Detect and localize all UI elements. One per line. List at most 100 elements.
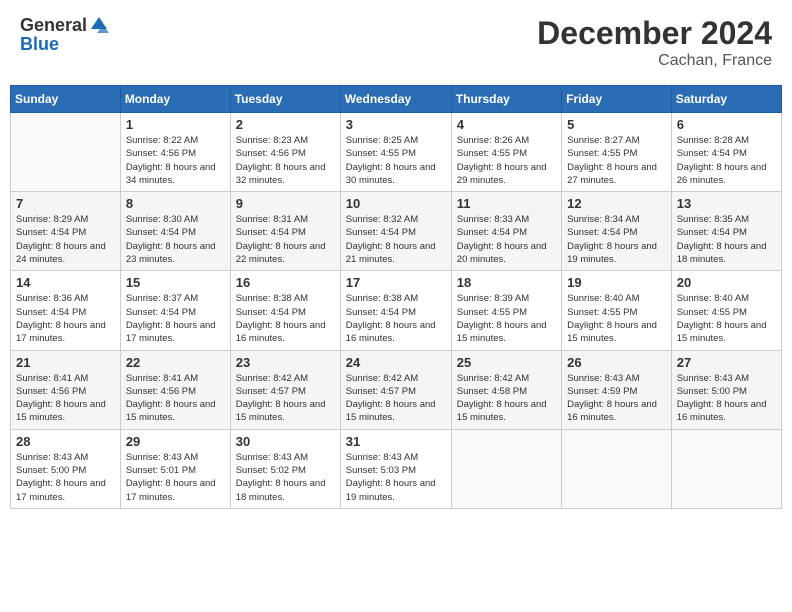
- day-info: Sunrise: 8:43 AMSunset: 5:02 PMDaylight:…: [236, 451, 335, 504]
- day-number: 15: [126, 275, 225, 290]
- day-info: Sunrise: 8:43 AMSunset: 4:59 PMDaylight:…: [567, 372, 666, 425]
- day-number: 28: [16, 434, 115, 449]
- day-number: 4: [457, 117, 556, 132]
- day-info: Sunrise: 8:27 AMSunset: 4:55 PMDaylight:…: [567, 134, 666, 187]
- day-number: 19: [567, 275, 666, 290]
- day-info: Sunrise: 8:23 AMSunset: 4:56 PMDaylight:…: [236, 134, 335, 187]
- table-row: 10 Sunrise: 8:32 AMSunset: 4:54 PMDayligh…: [340, 192, 451, 271]
- table-row: 5 Sunrise: 8:27 AMSunset: 4:55 PMDaylight…: [562, 113, 672, 192]
- table-row: 27Sunrise: 8:43 AMSunset: 5:00 PMDayligh…: [671, 350, 781, 429]
- day-info: Sunrise: 8:43 AMSunset: 5:00 PMDaylight:…: [16, 451, 115, 504]
- table-row: 13Sunrise: 8:35 AMSunset: 4:54 PMDayligh…: [671, 192, 781, 271]
- day-info: Sunrise: 8:42 AMSunset: 4:57 PMDaylight:…: [236, 372, 335, 425]
- day-number: 11: [457, 196, 556, 211]
- day-number: 27: [677, 355, 776, 370]
- calendar-week-row: 7Sunrise: 8:29 AMSunset: 4:54 PMDaylight…: [11, 192, 782, 271]
- calendar-header-row: Sunday Monday Tuesday Wednesday Thursday…: [11, 86, 782, 113]
- logo-general: General: [20, 16, 87, 34]
- col-wednesday: Wednesday: [340, 86, 451, 113]
- day-number: 22: [126, 355, 225, 370]
- table-row: 26 Sunrise: 8:43 AMSunset: 4:59 PMDayligh…: [562, 350, 672, 429]
- col-tuesday: Tuesday: [230, 86, 340, 113]
- table-row: 9 Sunrise: 8:31 AMSunset: 4:54 PMDaylight…: [230, 192, 340, 271]
- day-number: 1: [126, 117, 225, 132]
- table-row: 19 Sunrise: 8:40 AMSunset: 4:55 PMDayligh…: [562, 271, 672, 350]
- month-title: December 2024: [537, 15, 772, 52]
- day-number: 3: [346, 117, 446, 132]
- day-number: 2: [236, 117, 335, 132]
- table-row: 8 Sunrise: 8:30 AMSunset: 4:54 PMDaylight…: [120, 192, 230, 271]
- table-row: [562, 429, 672, 508]
- table-row: 24 Sunrise: 8:42 AMSunset: 4:57 PMDayligh…: [340, 350, 451, 429]
- table-row: 15 Sunrise: 8:37 AMSunset: 4:54 PMDayligh…: [120, 271, 230, 350]
- location: Cachan, France: [537, 52, 772, 70]
- day-number: 13: [677, 196, 776, 211]
- day-info: Sunrise: 8:40 AMSunset: 4:55 PMDaylight:…: [677, 292, 776, 345]
- day-info: Sunrise: 8:36 AMSunset: 4:54 PMDaylight:…: [16, 292, 115, 345]
- page-header: General Blue December 2024 Cachan, Franc…: [10, 10, 782, 75]
- day-info: Sunrise: 8:43 AMSunset: 5:01 PMDaylight:…: [126, 451, 225, 504]
- col-saturday: Saturday: [671, 86, 781, 113]
- day-info: Sunrise: 8:34 AMSunset: 4:54 PMDaylight:…: [567, 213, 666, 266]
- calendar-week-row: 1Sunrise: 8:22 AMSunset: 4:56 PMDaylight…: [11, 113, 782, 192]
- calendar-table: Sunday Monday Tuesday Wednesday Thursday…: [10, 85, 782, 509]
- day-info: Sunrise: 8:39 AMSunset: 4:55 PMDaylight:…: [457, 292, 556, 345]
- calendar-week-row: 14Sunrise: 8:36 AMSunset: 4:54 PMDayligh…: [11, 271, 782, 350]
- logo: General Blue: [20, 15, 109, 55]
- table-row: [11, 113, 121, 192]
- day-number: 23: [236, 355, 335, 370]
- day-number: 20: [677, 275, 776, 290]
- day-info: Sunrise: 8:42 AMSunset: 4:58 PMDaylight:…: [457, 372, 556, 425]
- day-number: 21: [16, 355, 115, 370]
- day-info: Sunrise: 8:43 AMSunset: 5:03 PMDaylight:…: [346, 451, 446, 504]
- table-row: 18Sunrise: 8:39 AMSunset: 4:55 PMDayligh…: [451, 271, 561, 350]
- table-row: 16 Sunrise: 8:38 AMSunset: 4:54 PMDayligh…: [230, 271, 340, 350]
- day-info: Sunrise: 8:25 AMSunset: 4:55 PMDaylight:…: [346, 134, 446, 187]
- table-row: 28 Sunrise: 8:43 AMSunset: 5:00 PMDayligh…: [11, 429, 121, 508]
- table-row: 3 Sunrise: 8:25 AMSunset: 4:55 PMDaylight…: [340, 113, 451, 192]
- table-row: 20 Sunrise: 8:40 AMSunset: 4:55 PMDayligh…: [671, 271, 781, 350]
- table-row: 11 Sunrise: 8:33 AMSunset: 4:54 PMDayligh…: [451, 192, 561, 271]
- day-number: 10: [346, 196, 446, 211]
- day-info: Sunrise: 8:40 AMSunset: 4:55 PMDaylight:…: [567, 292, 666, 345]
- table-row: 17Sunrise: 8:38 AMSunset: 4:54 PMDayligh…: [340, 271, 451, 350]
- col-monday: Monday: [120, 86, 230, 113]
- day-info: Sunrise: 8:26 AMSunset: 4:55 PMDaylight:…: [457, 134, 556, 187]
- day-info: Sunrise: 8:42 AMSunset: 4:57 PMDaylight:…: [346, 372, 446, 425]
- table-row: 23 Sunrise: 8:42 AMSunset: 4:57 PMDayligh…: [230, 350, 340, 429]
- day-number: 16: [236, 275, 335, 290]
- table-row: [451, 429, 561, 508]
- day-number: 24: [346, 355, 446, 370]
- day-info: Sunrise: 8:30 AMSunset: 4:54 PMDaylight:…: [126, 213, 225, 266]
- logo-icon: [89, 15, 109, 35]
- col-thursday: Thursday: [451, 86, 561, 113]
- day-info: Sunrise: 8:32 AMSunset: 4:54 PMDaylight:…: [346, 213, 446, 266]
- day-number: 31: [346, 434, 446, 449]
- day-number: 9: [236, 196, 335, 211]
- table-row: 22Sunrise: 8:41 AMSunset: 4:56 PMDayligh…: [120, 350, 230, 429]
- day-number: 26: [567, 355, 666, 370]
- day-info: Sunrise: 8:37 AMSunset: 4:54 PMDaylight:…: [126, 292, 225, 345]
- table-row: 25 Sunrise: 8:42 AMSunset: 4:58 PMDayligh…: [451, 350, 561, 429]
- calendar-week-row: 28 Sunrise: 8:43 AMSunset: 5:00 PMDayligh…: [11, 429, 782, 508]
- table-row: 30Sunrise: 8:43 AMSunset: 5:02 PMDayligh…: [230, 429, 340, 508]
- day-info: Sunrise: 8:41 AMSunset: 4:56 PMDaylight:…: [16, 372, 115, 425]
- table-row: 29 Sunrise: 8:43 AMSunset: 5:01 PMDayligh…: [120, 429, 230, 508]
- day-number: 25: [457, 355, 556, 370]
- day-info: Sunrise: 8:31 AMSunset: 4:54 PMDaylight:…: [236, 213, 335, 266]
- table-row: 6Sunrise: 8:28 AMSunset: 4:54 PMDaylight…: [671, 113, 781, 192]
- table-row: 21 Sunrise: 8:41 AMSunset: 4:56 PMDayligh…: [11, 350, 121, 429]
- table-row: 4 Sunrise: 8:26 AMSunset: 4:55 PMDaylight…: [451, 113, 561, 192]
- day-number: 8: [126, 196, 225, 211]
- day-info: Sunrise: 8:38 AMSunset: 4:54 PMDaylight:…: [236, 292, 335, 345]
- table-row: 2 Sunrise: 8:23 AMSunset: 4:56 PMDaylight…: [230, 113, 340, 192]
- table-row: 31 Sunrise: 8:43 AMSunset: 5:03 PMDayligh…: [340, 429, 451, 508]
- table-row: 1Sunrise: 8:22 AMSunset: 4:56 PMDaylight…: [120, 113, 230, 192]
- day-info: Sunrise: 8:33 AMSunset: 4:54 PMDaylight:…: [457, 213, 556, 266]
- day-number: 12: [567, 196, 666, 211]
- table-row: 14Sunrise: 8:36 AMSunset: 4:54 PMDayligh…: [11, 271, 121, 350]
- day-number: 6: [677, 117, 776, 132]
- day-number: 5: [567, 117, 666, 132]
- title-section: December 2024 Cachan, France: [537, 15, 772, 70]
- day-number: 29: [126, 434, 225, 449]
